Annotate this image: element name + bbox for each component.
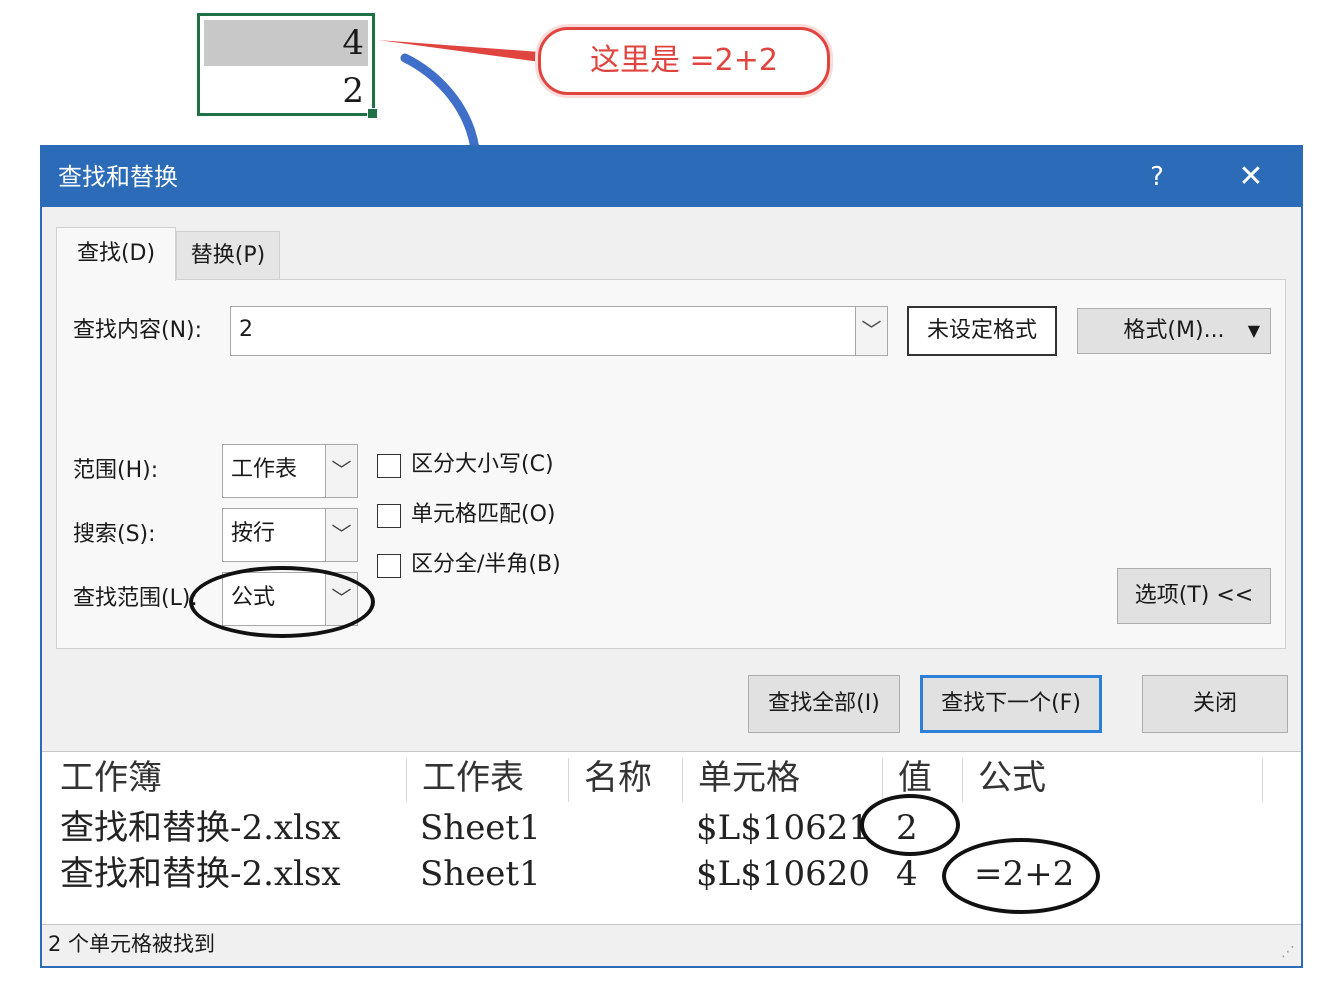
column-divider[interactable] [882,758,883,802]
scope-label: 范围(H): [73,458,159,483]
column-header-sheet[interactable]: 工作表 [422,754,524,802]
help-button[interactable]: ? [1137,157,1177,197]
find-what-label: 查找内容(N): [73,318,203,343]
column-divider[interactable] [406,758,407,802]
result-sheet[interactable]: Sheet1 [420,804,541,852]
match-case-label: 区分大小写(C) [411,452,554,477]
find-all-button[interactable]: 查找全部(I) [748,675,900,733]
close-button[interactable]: 关闭 [1142,675,1288,733]
column-divider[interactable] [568,758,569,802]
column-header-cell[interactable]: 单元格 [698,754,800,802]
tab-replace[interactable]: 替换(P) [176,231,280,279]
find-what-input[interactable]: 2 ﹀ [230,306,888,356]
result-cell[interactable]: $L$10620 [696,850,870,898]
results-table: 工作簿 工作表 名称 单元格 值 公式 查找和替换-2.xlsx Sheet1 … [42,751,1301,925]
match-case-checkbox[interactable] [377,454,401,478]
result-value[interactable]: 4 [896,850,918,898]
column-divider[interactable] [1262,758,1263,802]
format-button[interactable]: 格式(M)... ▼ [1077,308,1271,354]
search-order-select[interactable]: 按行 ﹀ [222,508,358,562]
search-order-value: 按行 [231,521,276,546]
match-entire-cell-checkbox[interactable] [377,504,401,528]
status-text: 2 个单元格被找到 [48,932,216,956]
result-cell[interactable]: $L$10621 [696,804,870,852]
result-workbook[interactable]: 查找和替换-2.xlsx [60,850,341,898]
annotation-callout: 这里是 =2+2 [538,27,830,95]
title-bar: 查找和替换 ? ✕ [42,147,1301,207]
resize-grip-icon[interactable]: ⋰ [1281,944,1295,960]
highlight-oval [189,566,375,638]
tab-find[interactable]: 查找(D) [56,227,176,281]
options-button[interactable]: 选项(T) << [1117,568,1271,624]
scope-value: 工作表 [231,457,298,482]
chevron-down-icon[interactable]: ﹀ [325,445,357,497]
chevron-down-icon[interactable]: ﹀ [855,307,887,355]
column-header-formula[interactable]: 公式 [978,754,1046,802]
match-byte-label: 区分全/半角(B) [411,552,561,577]
result-workbook[interactable]: 查找和替换-2.xlsx [60,804,341,852]
find-next-button[interactable]: 查找下一个(F) [920,675,1102,733]
column-header-name[interactable]: 名称 [584,754,652,802]
column-divider[interactable] [682,758,683,802]
close-icon[interactable]: ✕ [1231,157,1271,197]
chevron-down-icon[interactable]: ﹀ [325,509,357,561]
match-byte-checkbox[interactable] [377,554,401,578]
scope-select[interactable]: 工作表 ﹀ [222,444,358,498]
search-label: 搜索(S): [73,522,156,547]
find-replace-dialog: 查找和替换 ? ✕ 查找(D) 替换(P) 查找内容(N): 2 ﹀ 未设定格式… [40,145,1303,968]
result-sheet[interactable]: Sheet1 [420,850,541,898]
format-preview-button[interactable]: 未设定格式 [907,306,1057,356]
find-what-value: 2 [239,317,253,342]
look-in-label: 查找范围(L): [73,586,198,611]
match-entire-cell-label: 单元格匹配(O) [411,502,556,527]
format-button-label: 格式(M)... [1123,318,1225,343]
column-divider[interactable] [962,758,963,802]
highlight-oval [942,838,1100,914]
find-panel: 查找内容(N): 2 ﹀ 未设定格式 格式(M)... ▼ 范围(H): 工作表… [56,279,1286,649]
highlight-oval [860,794,960,856]
caret-down-icon: ▼ [1247,321,1260,340]
column-header-workbook[interactable]: 工作簿 [60,754,162,802]
dialog-title: 查找和替换 [58,163,178,191]
